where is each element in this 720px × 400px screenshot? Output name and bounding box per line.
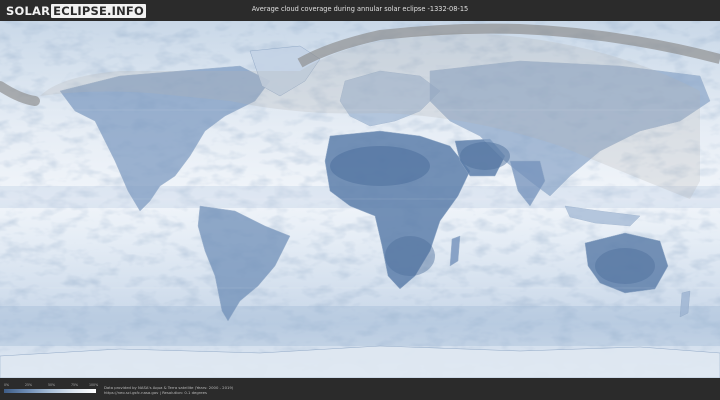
credit-line-2[interactable]: https://neo.sci.gsfc.nasa.gov | Resoluti…: [104, 390, 233, 395]
continent-antarctica: [0, 345, 720, 378]
header-bar: SOLAR ECLIPSE.INFO Average cloud coverag…: [0, 0, 720, 21]
cloud-coverage-map: [0, 21, 720, 378]
southern-ocean-band: [0, 306, 720, 346]
page: SOLAR ECLIPSE.INFO Average cloud coverag…: [0, 0, 720, 400]
cloud-scale-bar: [4, 389, 96, 393]
map-svg: [0, 21, 720, 378]
scale-label-100: 100%: [89, 383, 99, 387]
footer-bar: 0% 25% 50% 75% 100% Data provided by NAS…: [0, 378, 720, 400]
scale-label-25: 25%: [25, 383, 33, 387]
scale-label-0: 0%: [4, 383, 10, 387]
data-credits: Data provided by NASA's Aqua & Terra sat…: [104, 385, 233, 395]
arabia-clear-zone: [460, 142, 510, 170]
southern-africa-clear-zone: [385, 236, 435, 276]
australia-clear-zone: [595, 248, 655, 284]
scale-label-75: 75%: [71, 383, 79, 387]
page-title: Average cloud coverage during annular so…: [251, 5, 469, 13]
scale-label-50: 50%: [48, 383, 56, 387]
sahara-clear-zone: [330, 146, 430, 186]
